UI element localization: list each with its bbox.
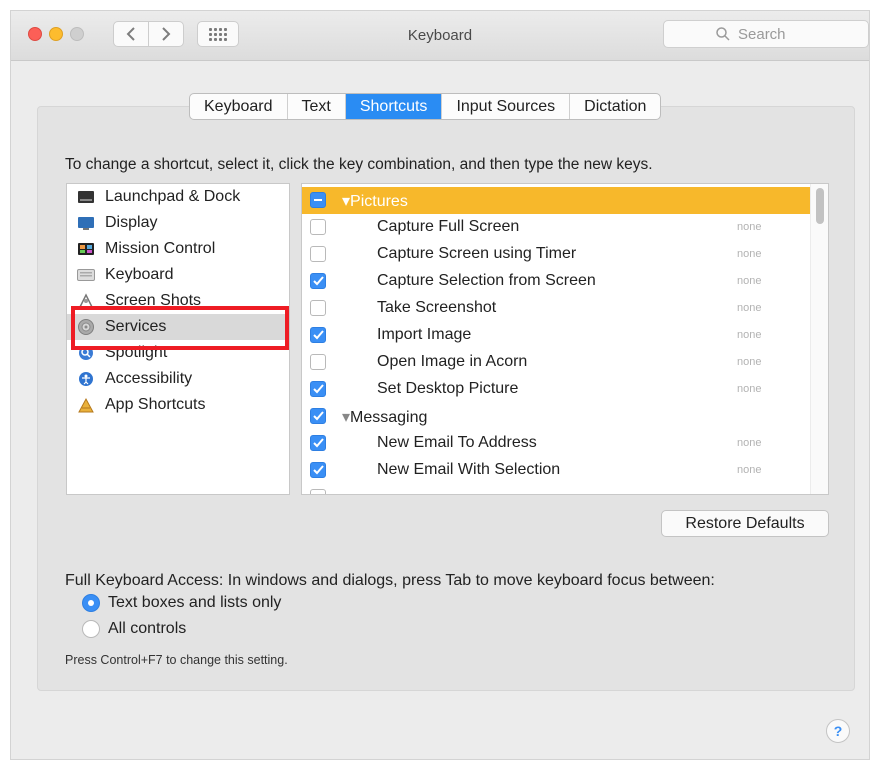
shortcut-label: Capture Screen using Timer xyxy=(377,245,577,262)
tab-text[interactable]: Text xyxy=(288,94,346,119)
keyboard-preferences-window: Keyboard Search Keyboard Text Shortcuts … xyxy=(10,10,870,760)
radio-label: Text boxes and lists only xyxy=(108,594,282,611)
shortcut-key[interactable]: none xyxy=(737,464,761,476)
shortcut-key[interactable]: none xyxy=(737,329,761,341)
category-label: Keyboard xyxy=(105,266,174,283)
full-keyboard-access-label: Full Keyboard Access: In windows and dia… xyxy=(65,572,715,589)
checkmark-icon xyxy=(312,384,324,394)
title-bar: Keyboard Search xyxy=(11,11,869,61)
shortcut-key[interactable]: none xyxy=(737,437,761,449)
category-display[interactable]: Display xyxy=(67,210,289,236)
shortcut-group-label: ▾Pictures xyxy=(342,193,408,210)
help-button[interactable]: ? xyxy=(826,719,850,743)
launchpad-dock-icon xyxy=(77,189,95,205)
checkmark-icon xyxy=(312,438,324,448)
instructions-text: To change a shortcut, select it, click t… xyxy=(65,156,653,173)
shortcut-row[interactable]: Capture Selection from Screen none xyxy=(302,268,810,295)
tab-shortcuts[interactable]: Shortcuts xyxy=(345,94,443,119)
shortcut-checkbox[interactable] xyxy=(310,462,326,478)
checkmark-icon xyxy=(312,465,324,475)
category-label: Accessibility xyxy=(105,370,193,387)
shortcut-row-partial[interactable] xyxy=(302,484,810,494)
group-checkbox-mixed[interactable] xyxy=(310,192,326,208)
tab-input-sources[interactable]: Input Sources xyxy=(442,94,571,119)
shortcut-row[interactable]: Import Image none xyxy=(302,322,810,349)
shortcut-row[interactable]: Capture Screen using Timer none xyxy=(302,241,810,268)
shortcut-row[interactable]: Capture Full Screen none xyxy=(302,214,810,241)
shortcut-key[interactable]: none xyxy=(737,356,761,368)
display-icon xyxy=(77,215,95,231)
shortcut-checkbox[interactable] xyxy=(310,327,326,343)
search-icon xyxy=(716,27,730,41)
shortcut-label: Set Desktop Picture xyxy=(377,380,519,397)
search-field[interactable]: Search xyxy=(663,20,869,48)
shortcut-checkbox[interactable] xyxy=(310,489,326,494)
shortcut-key[interactable]: none xyxy=(737,248,761,260)
shortcut-checkbox[interactable] xyxy=(310,246,326,262)
category-label: App Shortcuts xyxy=(105,396,206,413)
shortcut-group-label: ▾Messaging xyxy=(342,409,428,426)
radio-all-controls[interactable]: All controls xyxy=(82,618,186,640)
mission-control-icon xyxy=(77,241,95,257)
search-placeholder: Search xyxy=(738,25,786,43)
category-label: Mission Control xyxy=(105,240,216,257)
shortcut-label: Open Image in Acorn xyxy=(377,353,528,370)
shortcut-row[interactable]: New Email To Address none xyxy=(302,430,810,457)
shortcut-row[interactable]: Set Desktop Picture none xyxy=(302,376,810,403)
category-keyboard[interactable]: Keyboard xyxy=(67,262,289,288)
shortcut-checkbox[interactable] xyxy=(310,300,326,316)
accessibility-icon xyxy=(77,371,95,387)
category-app-shortcuts[interactable]: App Shortcuts xyxy=(67,392,289,418)
shortcut-label: Capture Selection from Screen xyxy=(377,272,596,289)
shortcut-row[interactable]: Open Image in Acorn none xyxy=(302,349,810,376)
shortcut-key[interactable]: none xyxy=(737,221,761,233)
radio-button-selected[interactable] xyxy=(82,594,100,612)
shortcut-label: New Email To Address xyxy=(377,434,537,451)
radio-button[interactable] xyxy=(82,620,100,638)
keyboard-icon xyxy=(77,267,95,283)
shortcut-label: New Email With Selection xyxy=(377,461,561,478)
shortcut-key[interactable]: none xyxy=(737,275,761,287)
category-accessibility[interactable]: Accessibility xyxy=(67,366,289,392)
shortcut-row[interactable]: New Email With Selection none xyxy=(302,457,810,484)
checkmark-icon xyxy=(312,276,324,286)
shortcut-key[interactable]: none xyxy=(737,383,761,395)
radio-text-boxes-lists[interactable]: Text boxes and lists only xyxy=(82,592,281,614)
shortcut-checkbox[interactable] xyxy=(310,273,326,289)
shortcut-label: Import Image xyxy=(377,326,472,343)
radio-label: All controls xyxy=(108,620,187,637)
shortcut-group-messaging[interactable]: ▾Messaging xyxy=(302,403,810,430)
checkmark-icon xyxy=(312,411,324,421)
shortcut-label: Capture Full Screen xyxy=(377,218,520,235)
vertical-scrollbar[interactable] xyxy=(810,184,828,494)
shortcut-row[interactable]: Take Screenshot none xyxy=(302,295,810,322)
shortcut-label: Take Screenshot xyxy=(377,299,497,316)
shortcut-list: ▾Pictures Capture Full Screen none Captu… xyxy=(301,183,829,495)
shortcut-checkbox[interactable] xyxy=(310,381,326,397)
keyboard-access-hint: Press Control+F7 to change this setting. xyxy=(65,653,288,667)
checkmark-icon xyxy=(312,330,324,340)
app-shortcuts-icon xyxy=(77,397,95,413)
group-checkbox[interactable] xyxy=(310,408,326,424)
category-label: Launchpad & Dock xyxy=(105,188,241,205)
tab-dictation[interactable]: Dictation xyxy=(570,94,660,119)
tab-keyboard[interactable]: Keyboard xyxy=(190,94,288,119)
scrollbar-thumb[interactable] xyxy=(816,188,824,224)
category-launchpad-dock[interactable]: Launchpad & Dock xyxy=(67,184,289,210)
category-mission-control[interactable]: Mission Control xyxy=(67,236,289,262)
shortcut-group-pictures[interactable]: ▾Pictures xyxy=(302,187,810,214)
annotation-highlight-box xyxy=(71,306,289,350)
shortcut-key[interactable]: none xyxy=(737,302,761,314)
restore-defaults-button[interactable]: Restore Defaults xyxy=(661,510,829,537)
tab-bar: Keyboard Text Shortcuts Input Sources Di… xyxy=(189,93,662,120)
shortcut-checkbox[interactable] xyxy=(310,435,326,451)
category-label: Display xyxy=(105,214,158,231)
shortcut-checkbox[interactable] xyxy=(310,219,326,235)
shortcut-checkbox[interactable] xyxy=(310,354,326,370)
